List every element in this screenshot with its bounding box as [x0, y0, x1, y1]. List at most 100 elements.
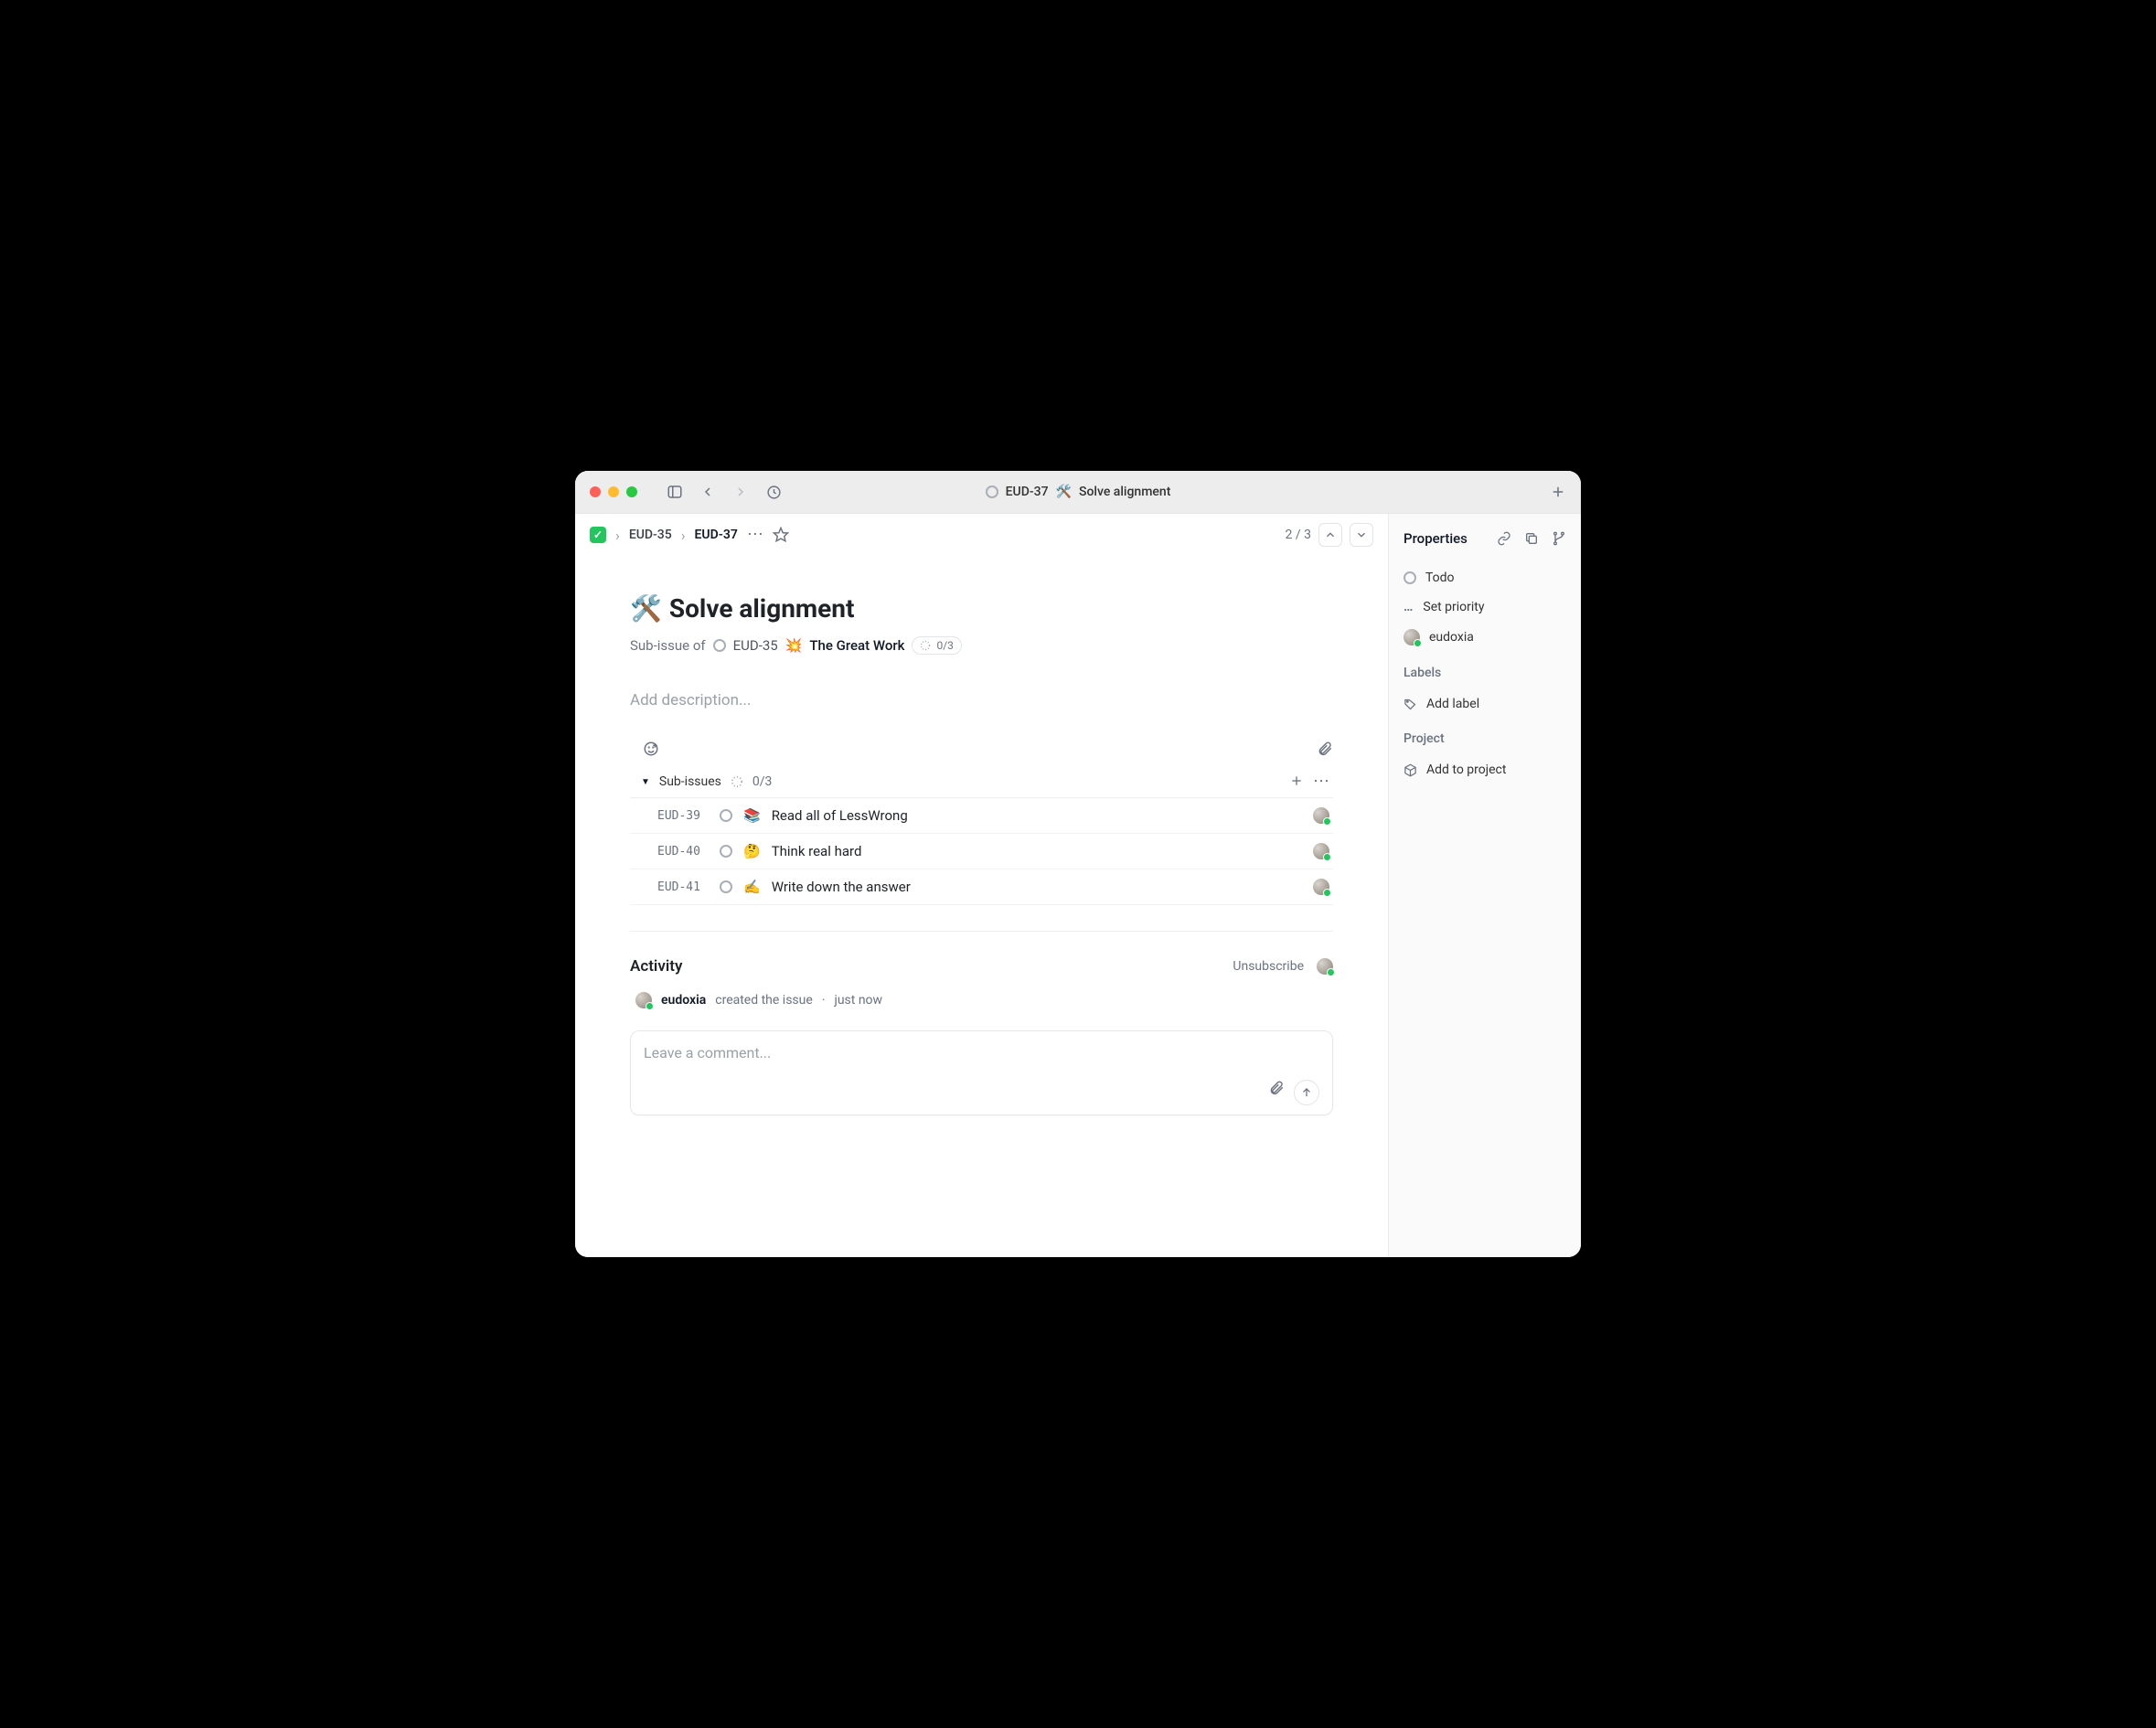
progress-circle-icon — [731, 775, 743, 788]
nav-back-button[interactable] — [698, 482, 718, 502]
app-window: EUD-37 🛠️ Solve alignment ✓ › EUD-35 › E… — [575, 471, 1581, 1257]
duplicate-icon[interactable] — [1524, 531, 1539, 546]
window-maximize-button[interactable] — [626, 486, 637, 497]
activity-avatar[interactable] — [635, 992, 652, 1008]
sub-issues-header[interactable]: ▼ Sub-issues 0/3 ⋯ — [630, 766, 1333, 798]
main-content: ✓ › EUD-35 › EUD-37 ⋯ 2 / 3 — [575, 514, 1389, 1257]
activity-time: just now — [834, 993, 882, 1008]
sub-issues-progress: 0/3 — [752, 774, 773, 789]
chevron-icon: › — [615, 527, 620, 544]
assignee-name: eudoxia — [1429, 630, 1474, 645]
description-input[interactable]: Add description... — [630, 691, 1333, 709]
window-title-prefix: EUD-37 — [1006, 485, 1049, 499]
assignee-row[interactable]: eudoxia — [1404, 622, 1566, 653]
pager-next-button[interactable] — [1350, 523, 1373, 547]
add-project-text: Add to project — [1426, 763, 1506, 777]
issue-title-icon: 🛠️ — [630, 593, 662, 624]
sub-issue-icon: 🤔 — [743, 843, 761, 859]
add-sub-issue-button[interactable] — [1289, 773, 1304, 790]
priority-value: Set priority — [1423, 600, 1484, 614]
cube-icon — [1404, 763, 1417, 777]
status-row[interactable]: Todo — [1404, 563, 1566, 592]
status-circle-icon — [720, 880, 732, 893]
comment-submit-button[interactable] — [1294, 1080, 1319, 1105]
activity-entry: eudoxia created the issue · just now — [630, 987, 1333, 1030]
status-circle-icon — [720, 809, 732, 822]
sub-issue-icon: ✍️ — [743, 879, 761, 895]
assignee-avatar[interactable] — [1313, 843, 1329, 859]
project-header: Project — [1404, 731, 1566, 746]
sub-issue-title: Think real hard — [772, 843, 862, 859]
tag-icon — [1404, 698, 1417, 711]
activity-action: created the issue — [715, 993, 813, 1008]
sidebar-toggle-icon[interactable] — [665, 482, 685, 502]
window-title-text: Solve alignment — [1079, 485, 1170, 499]
assignee-avatar[interactable] — [1313, 807, 1329, 824]
sub-issues-more-icon[interactable]: ⋯ — [1313, 773, 1329, 790]
add-project-row[interactable]: Add to project — [1404, 755, 1566, 784]
status-circle-icon — [713, 639, 726, 652]
unsubscribe-button[interactable]: Unsubscribe — [1233, 959, 1304, 974]
chevron-icon: › — [681, 527, 686, 544]
content-toolbar — [630, 735, 1333, 766]
copy-link-icon[interactable] — [1497, 531, 1511, 546]
assignee-avatar[interactable] — [1313, 879, 1329, 895]
parent-progress-pill[interactable]: 0/3 — [912, 636, 961, 655]
history-icon[interactable] — [763, 482, 784, 502]
window-minimize-button[interactable] — [608, 486, 619, 497]
sub-issue-title: Write down the answer — [772, 879, 911, 895]
status-circle-icon — [1404, 571, 1416, 584]
breadcrumb-parent[interactable]: EUD-35 — [629, 528, 672, 542]
activity-header: Activity Unsubscribe — [630, 931, 1333, 987]
sub-issue-id: EUD-39 — [657, 809, 709, 823]
add-label-row[interactable]: Add label — [1404, 689, 1566, 719]
comment-input[interactable]: Leave a comment... — [644, 1044, 1319, 1061]
parent-progress-text: 0/3 — [936, 639, 953, 652]
sub-issue-row[interactable]: EUD-39📚Read all of LessWrong — [630, 798, 1333, 834]
sub-issue-of-label: Sub-issue of — [630, 637, 706, 654]
priority-row[interactable]: Set priority — [1404, 592, 1566, 622]
parent-issue-line: Sub-issue of EUD-35 💥 The Great Work 0/3 — [630, 636, 1333, 655]
priority-icon — [1404, 600, 1414, 614]
traffic-lights — [590, 486, 637, 497]
comment-box: Leave a comment... — [630, 1030, 1333, 1115]
sub-issues-label: Sub-issues — [659, 774, 721, 789]
window-title-icon: 🛠️ — [1056, 485, 1072, 499]
activity-title: Activity — [630, 957, 682, 976]
branch-icon[interactable] — [1552, 531, 1566, 546]
comment-attach-icon[interactable] — [1268, 1080, 1285, 1105]
properties-header: Properties — [1404, 530, 1484, 547]
activity-separator: · — [822, 993, 826, 1008]
status-value: Todo — [1425, 571, 1455, 585]
star-icon[interactable] — [773, 527, 789, 543]
add-reaction-icon[interactable] — [643, 741, 659, 757]
sub-issue-id: EUD-41 — [657, 880, 709, 894]
pager-prev-button[interactable] — [1318, 523, 1342, 547]
activity-user[interactable]: eudoxia — [661, 993, 706, 1008]
issue-title-text: Solve alignment — [669, 593, 855, 624]
new-item-button[interactable] — [1550, 484, 1566, 500]
project-icon[interactable]: ✓ — [590, 527, 606, 543]
parent-issue-icon: 💥 — [785, 637, 803, 654]
sub-issue-title: Read all of LessWrong — [772, 807, 908, 824]
parent-issue-id[interactable]: EUD-35 — [733, 637, 778, 654]
sub-issue-row[interactable]: EUD-40 🤔 Think real hard — [630, 834, 1333, 869]
properties-sidebar: Properties Todo Set priority — [1389, 514, 1581, 1257]
add-label-text: Add label — [1426, 697, 1479, 711]
subscriber-avatar[interactable] — [1317, 958, 1333, 975]
titlebar: EUD-37 🛠️ Solve alignment — [575, 471, 1581, 513]
sub-issue-id: EUD-40 — [657, 845, 709, 859]
labels-header: Labels — [1404, 666, 1566, 680]
sub-issue-row[interactable]: EUD-41 ✍️ Write down the answer — [630, 869, 1333, 905]
issue-title[interactable]: 🛠️ Solve alignment — [630, 593, 1333, 624]
attachment-icon[interactable] — [1317, 741, 1333, 757]
collapse-caret-icon[interactable]: ▼ — [641, 777, 650, 787]
parent-issue-title[interactable]: The Great Work — [809, 637, 904, 654]
breadcrumb-current[interactable]: EUD-37 — [695, 528, 738, 542]
status-circle-icon — [986, 485, 998, 498]
breadcrumb-bar: ✓ › EUD-35 › EUD-37 ⋯ 2 / 3 — [575, 514, 1388, 557]
window-close-button[interactable] — [590, 486, 601, 497]
assignee-avatar — [1404, 629, 1420, 645]
more-options-icon[interactable]: ⋯ — [747, 527, 763, 543]
nav-forward-button[interactable] — [731, 482, 751, 502]
